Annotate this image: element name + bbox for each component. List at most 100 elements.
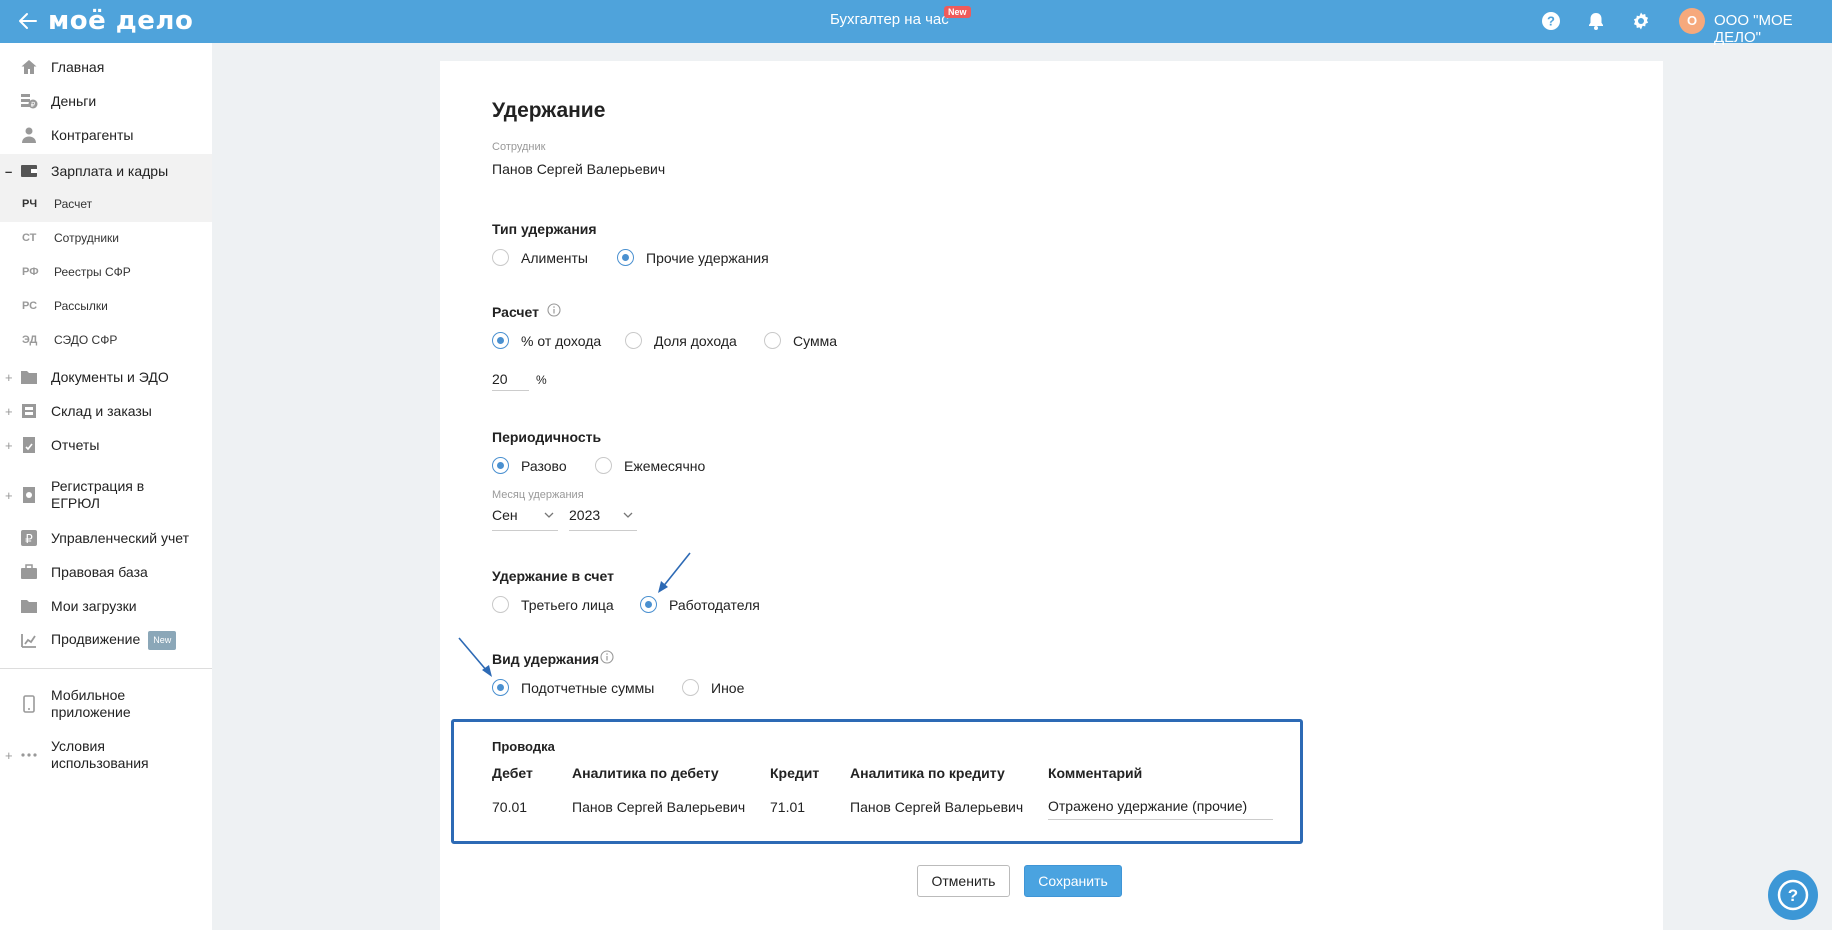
posting-header-credit: Кредит (770, 765, 820, 781)
sidebar-subitem-sedo-sfr[interactable]: ЭД СЭДО СФР (0, 324, 212, 358)
radio-label: Алименты (521, 249, 588, 266)
radio-circle[interactable] (492, 249, 509, 266)
radio-percent-of-income[interactable]: % от дохода (492, 332, 601, 349)
cancel-button[interactable]: Отменить (917, 865, 1010, 897)
expand-marker[interactable]: + (5, 488, 13, 503)
help-icon[interactable]: ? (1541, 11, 1561, 31)
save-button[interactable]: Сохранить (1024, 865, 1122, 897)
sidebar-item-management-accounting[interactable]: ₽ Управленческий учет (0, 528, 212, 548)
radio-circle-selected[interactable] (492, 457, 509, 474)
posting-comment-input[interactable] (1048, 792, 1273, 820)
radio-circle-selected[interactable] (492, 679, 509, 696)
radio-monthly[interactable]: Ежемесячно (595, 457, 705, 474)
sidebar-item-promotion[interactable]: Продвижение New (0, 630, 212, 650)
sidebar-item-contractors[interactable]: Контрагенты (0, 125, 212, 145)
sidebar-item-reports[interactable]: + Отчеты (0, 435, 212, 455)
sidebar-item-warehouse[interactable]: + Склад и заказы (0, 401, 212, 421)
radio-other-withholdings[interactable]: Прочие удержания (617, 249, 769, 266)
subitem-label: СЭДО СФР (54, 333, 118, 347)
radio-circle[interactable] (595, 457, 612, 474)
radio-circle-selected[interactable] (617, 249, 634, 266)
sidebar-item-mobile-app[interactable]: Мобильное приложение (0, 686, 212, 722)
sidebar-item-salary[interactable]: – Зарплата и кадры (0, 154, 212, 188)
percent-input[interactable] (492, 367, 529, 391)
back-arrow-icon[interactable] (16, 9, 40, 33)
posting-debit-analytics: Панов Сергей Валерьевич (572, 799, 746, 815)
radio-circle-selected[interactable] (640, 596, 657, 613)
sidebar-item-legal-base[interactable]: Правовая база (0, 562, 212, 582)
radio-circle[interactable] (764, 332, 781, 349)
sidebar-subitem-sfr-registries[interactable]: РФ Реестры СФР (0, 256, 212, 290)
radio-other[interactable]: Иное (682, 679, 744, 696)
month-select[interactable]: Сен (492, 507, 558, 531)
sidebar-item-home[interactable]: Главная (0, 57, 212, 77)
posting-credit-analytics: Панов Сергей Валерьевич (850, 799, 1024, 815)
chart-icon (21, 634, 36, 648)
registration-icon (23, 487, 35, 503)
radio-third-party[interactable]: Третьего лица (492, 596, 614, 613)
expand-marker[interactable]: + (5, 404, 13, 419)
expand-marker[interactable]: + (5, 370, 13, 385)
radio-alimony[interactable]: Алименты (492, 249, 588, 266)
posting-debit: 70.01 (492, 799, 528, 815)
top-header: моё дело Бухгалтер на час New ? О ООО "М… (0, 0, 1832, 46)
radio-income-share[interactable]: Доля дохода (625, 332, 737, 349)
sidebar-subitem-mailings[interactable]: РС Рассылки (0, 290, 212, 324)
posting-credit: 71.01 (770, 799, 806, 815)
avatar[interactable]: О (1679, 8, 1705, 34)
sidebar-item-terms[interactable]: + Условия использования (0, 737, 212, 773)
gear-icon[interactable] (1631, 11, 1651, 31)
sidebar-item-money[interactable]: ₽ Деньги (0, 91, 212, 111)
radio-label: Разово (521, 457, 567, 474)
radio-label: Подотчетные суммы (521, 679, 655, 696)
radio-employer[interactable]: Работодателя (640, 596, 760, 613)
accountant-per-hour-link[interactable]: Бухгалтер на час (830, 11, 949, 28)
help-icon: ? (1777, 879, 1809, 911)
sidebar-item-label: Продвижение New (51, 630, 177, 650)
subitem-abbr: РС (22, 300, 38, 312)
radio-circle[interactable] (682, 679, 699, 696)
collapse-marker[interactable]: – (5, 164, 12, 179)
info-icon[interactable] (547, 303, 561, 317)
logo[interactable]: моё дело (48, 6, 193, 36)
svg-text:?: ? (1788, 886, 1798, 905)
sidebar-item-label: Зарплата и кадры (51, 162, 169, 179)
sidebar-subitem-calculation[interactable]: РЧ Расчет (0, 188, 212, 222)
info-icon[interactable] (600, 650, 614, 664)
page-title: Удержание (492, 99, 606, 122)
period-section-title: Периодичность (492, 429, 602, 445)
subitem-abbr: РФ (22, 266, 39, 278)
chevron-down-icon (544, 512, 554, 518)
chevron-down-icon (623, 512, 633, 518)
home-icon (21, 60, 37, 74)
radio-one-time[interactable]: Разово (492, 457, 567, 474)
phone-icon (23, 695, 35, 713)
expand-marker[interactable]: + (5, 748, 13, 763)
expand-marker[interactable]: + (5, 438, 13, 453)
sidebar-subitem-employees[interactable]: СТ Сотрудники (0, 222, 212, 256)
sidebar-item-label: Отчеты (51, 436, 100, 453)
sidebar-item-label: Мобильное приложение (51, 687, 131, 720)
sidebar-item-label: Регистрация в ЕГРЮЛ (51, 478, 145, 511)
new-badge: New (148, 630, 177, 650)
help-chat-button[interactable]: ? (1768, 870, 1818, 920)
radio-label: Ежемесячно (624, 457, 706, 474)
sidebar-item-registration[interactable]: + Регистрация в ЕГРЮЛ (0, 477, 212, 513)
organization-name[interactable]: ООО "МОЕ ДЕЛО" (1714, 12, 1832, 46)
radio-accountable-sums[interactable]: Подотчетные суммы (492, 679, 654, 696)
new-badge: New (944, 6, 971, 18)
sidebar-item-label: Главная (51, 58, 105, 75)
bell-icon[interactable] (1586, 11, 1606, 31)
year-select[interactable]: 2023 (569, 507, 637, 531)
radio-circle-selected[interactable] (492, 332, 509, 349)
sidebar-item-documents[interactable]: + Документы и ЭДО (0, 367, 212, 387)
posting-header-credit-analytics: Аналитика по кредиту (850, 765, 1005, 781)
posting-highlight-box: Проводка Дебет Аналитика по дебету Креди… (451, 719, 1303, 844)
sidebar-item-label: Склад и заказы (51, 402, 152, 419)
folder-icon (21, 371, 37, 384)
radio-amount[interactable]: Сумма (764, 332, 837, 349)
svg-text:₽: ₽ (25, 532, 33, 546)
radio-circle[interactable] (625, 332, 642, 349)
sidebar-item-my-downloads[interactable]: Мои загрузки (0, 596, 212, 616)
radio-circle[interactable] (492, 596, 509, 613)
